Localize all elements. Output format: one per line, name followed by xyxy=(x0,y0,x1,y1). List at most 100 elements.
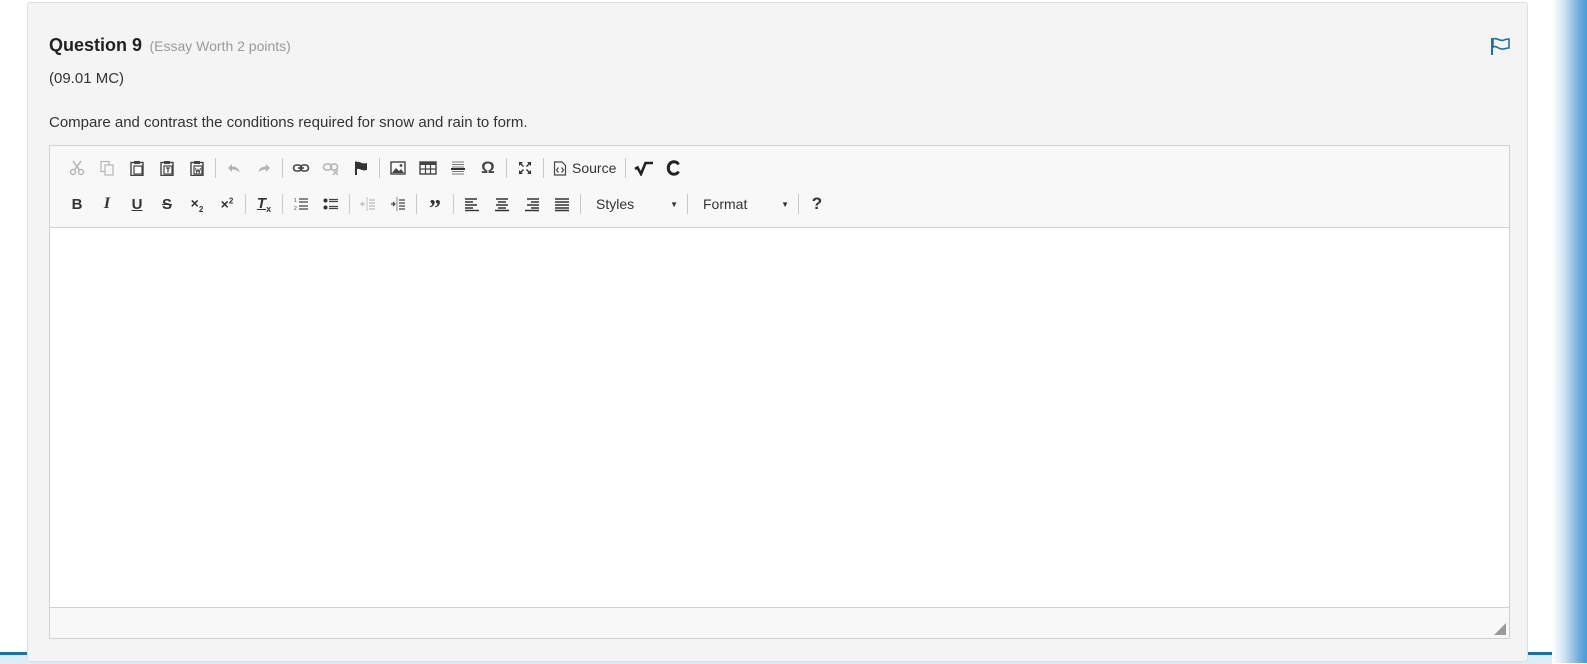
blockquote-icon: ” xyxy=(429,196,441,222)
toolbar-separator xyxy=(687,194,688,214)
numbered-list-button[interactable]: 12 xyxy=(286,190,316,218)
special-char-icon: Ω xyxy=(481,158,495,177)
toolbar-separator xyxy=(215,158,216,178)
horizontal-line-button[interactable] xyxy=(443,154,473,182)
justify-button[interactable] xyxy=(547,190,577,218)
horizontal-line-icon xyxy=(451,161,465,175)
align-center-button[interactable] xyxy=(487,190,517,218)
question-meta: (Essay Worth 2 points) xyxy=(149,38,291,54)
toolbar-separator xyxy=(543,158,544,178)
styles-dropdown[interactable]: Styles ▼ xyxy=(584,191,684,217)
increase-indent-button[interactable] xyxy=(383,190,413,218)
strikethrough-button[interactable]: S xyxy=(152,190,182,218)
undo-button[interactable] xyxy=(219,154,249,182)
toolbar-separator xyxy=(379,158,380,178)
subscript-icon: ×2 xyxy=(190,194,204,214)
toolbar-row-1: Ω Source xyxy=(62,154,689,182)
underline-button[interactable]: U xyxy=(122,190,152,218)
unlink-button[interactable] xyxy=(316,154,346,182)
toolbar-row-2: B I U S ×2 ×2 Tx 1 2 ” Styles ▼ Format ▼… xyxy=(62,190,832,222)
chemistry-editor-button[interactable] xyxy=(659,154,689,182)
toolbar-separator xyxy=(580,194,581,214)
superscript-icon: ×2 xyxy=(220,196,234,212)
redo-icon xyxy=(258,164,270,173)
editor-status-bar xyxy=(50,607,1509,638)
question-card: Question 9 (Essay Worth 2 points) (09.01… xyxy=(27,2,1528,662)
chevron-down-icon: ▼ xyxy=(670,199,678,209)
svg-text:2: 2 xyxy=(294,206,297,212)
toolbar-separator xyxy=(282,194,283,214)
flag-icon xyxy=(1491,37,1510,55)
question-prompt: Compare and contrast the conditions requ… xyxy=(49,114,528,131)
paste-text-button[interactable] xyxy=(152,154,182,182)
math-icon xyxy=(634,161,654,176)
help-button[interactable]: ? xyxy=(802,190,832,218)
source-label: Source xyxy=(572,160,617,176)
toolbar-separator xyxy=(245,194,246,214)
bulleted-list-icon xyxy=(323,198,338,210)
format-label: Format xyxy=(703,196,748,212)
image-button[interactable] xyxy=(383,154,413,182)
toolbar-separator xyxy=(625,158,627,178)
align-center-icon xyxy=(495,198,509,212)
table-button[interactable] xyxy=(413,154,443,182)
toolbar-separator xyxy=(349,194,350,214)
chemistry-icon xyxy=(667,160,681,176)
source-button[interactable]: Source xyxy=(547,154,622,182)
bold-button[interactable]: B xyxy=(62,190,92,218)
paste-word-button[interactable] xyxy=(182,154,212,182)
decrease-indent-button[interactable] xyxy=(353,190,383,218)
align-right-icon xyxy=(525,198,539,212)
side-gradient-strip xyxy=(1552,0,1587,663)
essay-answer-area[interactable] xyxy=(50,228,1509,608)
toolbar-separator xyxy=(506,158,507,178)
align-left-icon xyxy=(465,198,479,212)
numbered-list-icon: 12 xyxy=(294,198,308,212)
special-char-button[interactable]: Ω xyxy=(473,154,503,182)
superscript-button[interactable]: ×2 xyxy=(212,190,242,218)
increase-indent-icon xyxy=(391,197,405,211)
editor-toolbar: Ω Source B I U S ×2 ×2 Tx 1 2 ” Styles ▼… xyxy=(50,146,1509,228)
toolbar-separator xyxy=(798,194,799,214)
source-icon xyxy=(553,160,567,176)
table-icon xyxy=(419,161,437,175)
maximize-icon xyxy=(519,162,531,174)
format-dropdown[interactable]: Format ▼ xyxy=(691,191,795,217)
image-icon xyxy=(390,161,406,175)
resize-grip-icon xyxy=(1494,623,1506,635)
cut-button[interactable] xyxy=(62,154,92,182)
styles-label: Styles xyxy=(596,196,635,212)
question-header: Question 9 (Essay Worth 2 points) xyxy=(49,35,291,56)
chevron-down-icon: ▼ xyxy=(781,199,789,209)
paste-icon xyxy=(130,161,144,176)
subscript-button[interactable]: ×2 xyxy=(182,190,212,218)
maximize-button[interactable] xyxy=(510,154,540,182)
toolbar-separator xyxy=(453,194,454,214)
italic-button[interactable]: I xyxy=(92,190,122,218)
svg-text:1: 1 xyxy=(294,198,297,204)
strikethrough-icon: S xyxy=(161,195,172,213)
copy-button[interactable] xyxy=(92,154,122,182)
link-icon xyxy=(292,164,310,172)
redo-button[interactable] xyxy=(249,154,279,182)
remove-format-button[interactable]: Tx xyxy=(249,190,279,218)
bulleted-list-button[interactable] xyxy=(316,190,346,218)
undo-icon xyxy=(228,164,240,173)
align-left-button[interactable] xyxy=(457,190,487,218)
link-button[interactable] xyxy=(286,154,316,182)
italic-icon: I xyxy=(103,195,111,212)
blockquote-button[interactable]: ” xyxy=(420,190,450,222)
remove-format-icon: Tx xyxy=(256,194,272,214)
justify-icon xyxy=(555,198,569,212)
paste-button[interactable] xyxy=(122,154,152,182)
paste-word-icon xyxy=(190,161,204,176)
align-right-button[interactable] xyxy=(517,190,547,218)
unlink-icon xyxy=(322,163,339,176)
question-code: (09.01 MC) xyxy=(49,70,125,87)
anchor-button[interactable] xyxy=(346,154,376,182)
resize-handle[interactable] xyxy=(1494,623,1506,635)
decrease-indent-icon xyxy=(360,197,375,211)
math-editor-button[interactable] xyxy=(629,154,659,182)
underline-icon: U xyxy=(131,195,143,213)
flag-question-button[interactable] xyxy=(1489,36,1511,56)
